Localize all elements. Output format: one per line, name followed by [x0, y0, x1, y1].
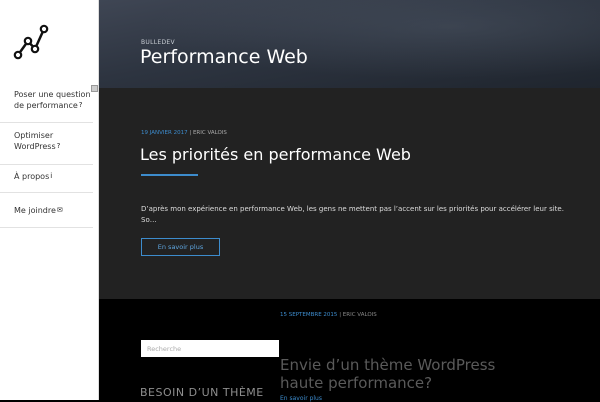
- site-name[interactable]: BULLEDEV: [141, 39, 175, 46]
- post-title[interactable]: Les priorités en performance Web: [140, 145, 411, 164]
- sidebar-item-apropos[interactable]: À proposi: [0, 165, 93, 193]
- envelope-icon: ✉: [56, 206, 63, 214]
- widget-title: BESOIN D’UN THÈME: [140, 386, 264, 399]
- post-card: 19 JANVIER 2017 | ERIC VALOIS Les priori…: [99, 88, 600, 299]
- post-excerpt: D’après mon expérience en performance We…: [141, 205, 564, 224]
- sidebar-item-label: À propos: [14, 172, 50, 181]
- post-author[interactable]: ERIC VALOIS: [193, 130, 227, 136]
- hero-header: BULLEDEV Performance Web: [99, 0, 600, 88]
- question-icon: ?: [56, 142, 61, 150]
- post-author[interactable]: ERIC VALOIS: [343, 312, 377, 318]
- post-title[interactable]: Envie d’un thème WordPress haute perform…: [280, 356, 520, 392]
- sidebar-item-label: Me joindre: [14, 206, 56, 215]
- read-more-button[interactable]: En savoir plus: [141, 238, 220, 256]
- sidebar-item-optimiser[interactable]: Optimiser WordPress?: [0, 123, 93, 165]
- sidebar: Poser une question de performance? Optim…: [0, 0, 99, 400]
- post-meta: 19 JANVIER 2017 | ERIC VALOIS: [141, 130, 227, 136]
- sidebar-item-contact[interactable]: Me joindre✉: [0, 193, 93, 228]
- meta-separator: |: [189, 130, 192, 136]
- question-icon: ?: [78, 101, 83, 109]
- sidebar-item-question[interactable]: Poser une question de performance?: [0, 88, 93, 123]
- sidebar-item-label: Optimiser WordPress: [14, 131, 56, 151]
- read-more-link[interactable]: En savoir plus: [280, 395, 322, 402]
- graph-nodes-icon[interactable]: [13, 24, 49, 60]
- meta-separator: |: [339, 312, 342, 318]
- page-title: Performance Web: [140, 46, 308, 68]
- search-input[interactable]: [141, 340, 279, 357]
- post-date[interactable]: 19 JANVIER 2017: [141, 130, 188, 136]
- bottom-section: BESOIN D’UN THÈME 15 SEPTEMBRE 2015 | ER…: [99, 299, 600, 402]
- title-divider: [141, 174, 198, 176]
- info-icon: i: [50, 172, 53, 180]
- post-date[interactable]: 15 SEPTEMBRE 2015: [280, 312, 337, 318]
- post-meta: 15 SEPTEMBRE 2015 | ERIC VALOIS: [280, 312, 377, 318]
